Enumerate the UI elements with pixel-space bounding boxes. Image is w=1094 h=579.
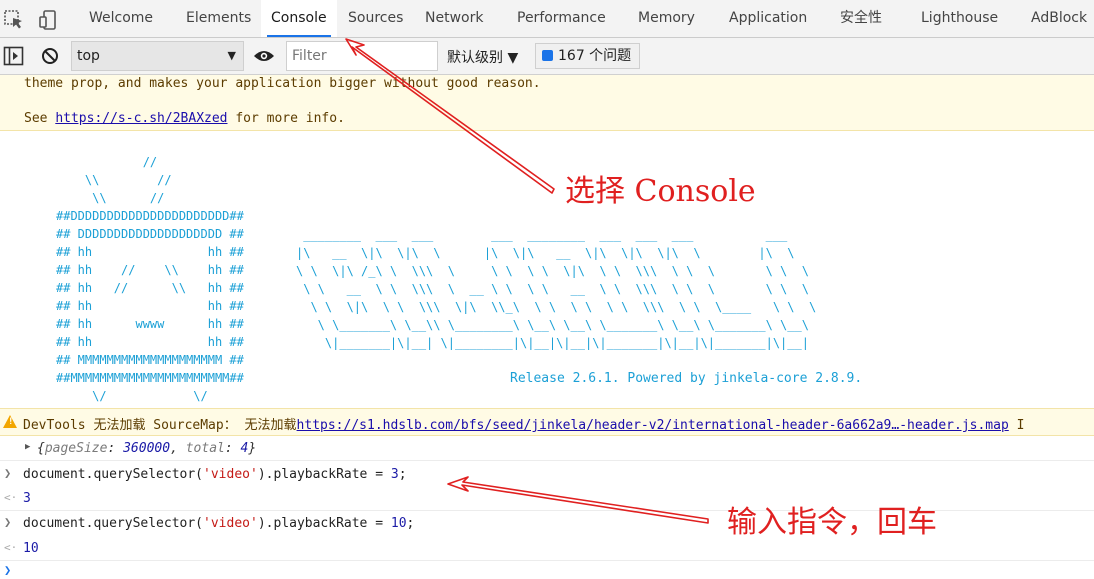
context-selector[interactable]: top ▼ — [71, 41, 244, 71]
input-prompt-icon: ❯ — [4, 466, 12, 480]
issues-button[interactable]: 167 个问题 — [535, 43, 641, 69]
cmd-mid: ).playbackRate = — [257, 467, 391, 482]
object-log-row[interactable]: ▶ {pageSize: 360000, total: 4} — [0, 437, 1094, 461]
annotation-enter-command: 输入指令，回车 — [727, 505, 937, 540]
context-selector-value: top — [77, 48, 100, 64]
cmd-mid: ).playbackRate = — [257, 516, 391, 531]
tab-console[interactable]: Console — [261, 0, 337, 37]
console-prompt-input[interactable]: ❯ — [4, 563, 11, 577]
cmd-number: 3 — [390, 467, 399, 482]
console-command: document.querySelector('video').playback… — [23, 467, 407, 482]
object-key-pagesize: pageSize — [44, 441, 108, 456]
tab-network[interactable]: Network — [425, 0, 483, 37]
style-warning-message: theme prop, and makes your application b… — [0, 75, 1094, 131]
warning-line-1: theme prop, and makes your application b… — [24, 76, 541, 91]
brace-open: { — [37, 441, 45, 456]
cmd-string: 'video' — [203, 467, 258, 482]
sourcemap-warning-suffix: I — [1008, 418, 1025, 433]
warning-icon: ! — [3, 415, 17, 428]
warning-line-2-suffix: for more info. — [227, 111, 345, 126]
input-prompt-icon: ❯ — [4, 515, 12, 529]
tab-security[interactable]: 安全性 — [840, 0, 882, 37]
dropdown-arrow-icon: ▼ — [227, 49, 236, 62]
issues-icon — [542, 50, 553, 61]
annotation-select-console: 选择 Console — [565, 174, 756, 209]
tab-welcome[interactable]: Welcome — [89, 0, 153, 37]
tab-memory[interactable]: Memory — [638, 0, 695, 37]
expand-caret-icon[interactable]: ▶ — [25, 442, 30, 452]
console-input-line: ❯ document.querySelector('video').playba… — [0, 462, 1094, 487]
cmd-end: ; — [398, 467, 407, 482]
warning-more-info-link[interactable]: https://s-c.sh/2BAXzed — [55, 111, 227, 126]
sourcemap-link[interactable]: https://s1.hdslb.com/bfs/seed/jinkela/he… — [297, 418, 1009, 433]
device-toggle-icon[interactable] — [38, 9, 60, 31]
tab-lighthouse[interactable]: Lighthouse — [921, 0, 998, 37]
tab-sources[interactable]: Sources — [348, 0, 403, 37]
issues-count: 167 个问题 — [558, 48, 632, 64]
console-result: 10 — [23, 541, 39, 556]
cmd-string: 'video' — [203, 516, 258, 531]
sourcemap-warning-prefix: DevTools 无法加载 SourceMap： 无法加载 — [23, 418, 297, 433]
release-info: Release 2.6.1. Powered by jinkela-core 2… — [510, 371, 863, 386]
cmd-number: 10 — [390, 516, 407, 531]
console-toolbar: top ▼ 默认级别 ▼ 167 个问题 — [0, 38, 1094, 75]
log-levels-dropdown[interactable]: 默认级别 ▼ — [447, 47, 518, 67]
warning-line-2: See https://s-c.sh/2BAXzed for more info… — [24, 111, 345, 126]
tab-performance[interactable]: Performance — [517, 0, 606, 37]
inspect-icon[interactable] — [3, 9, 25, 31]
console-result: 3 — [23, 491, 31, 506]
tab-elements[interactable]: Elements — [186, 0, 251, 37]
filter-input[interactable] — [286, 41, 438, 71]
warning-line-2-prefix: See — [24, 111, 56, 126]
ascii-art-logo: // \\ // \\ // ##DDDDDDDDDDDDDDDDDDDDDD#… — [56, 155, 244, 403]
clear-console-icon[interactable] — [41, 47, 59, 65]
cmd-prefix: document.querySelector( — [23, 516, 204, 531]
tab-adblock[interactable]: AdBlock — [1031, 0, 1087, 37]
tab-application[interactable]: Application — [729, 0, 807, 37]
sourcemap-warning-row: ! DevTools 无法加载 SourceMap： 无法加载https://s… — [0, 408, 1094, 436]
cmd-prefix: document.querySelector( — [23, 467, 204, 482]
sourcemap-warning-text: DevTools 无法加载 SourceMap： 无法加载https://s1.… — [23, 414, 1024, 433]
brace-close: } — [248, 441, 257, 456]
object-value-pagesize: 360000 — [123, 441, 171, 456]
object-preview: {pageSize: 360000, total: 4} — [37, 441, 257, 456]
sidebar-toggle-icon[interactable] — [3, 46, 24, 66]
devtools-tab-bar: Welcome Elements Console Sources Network… — [0, 0, 1094, 38]
cmd-end: ; — [406, 516, 415, 531]
result-arrow-icon: <· — [4, 491, 18, 504]
ascii-art-title: ________ ___ ___ ___ ________ ___ ___ __… — [296, 228, 817, 350]
object-key-total: total — [185, 441, 225, 456]
console-command: document.querySelector('video').playback… — [23, 516, 414, 531]
eye-icon[interactable] — [253, 49, 275, 63]
result-arrow-icon: <· — [4, 541, 18, 554]
